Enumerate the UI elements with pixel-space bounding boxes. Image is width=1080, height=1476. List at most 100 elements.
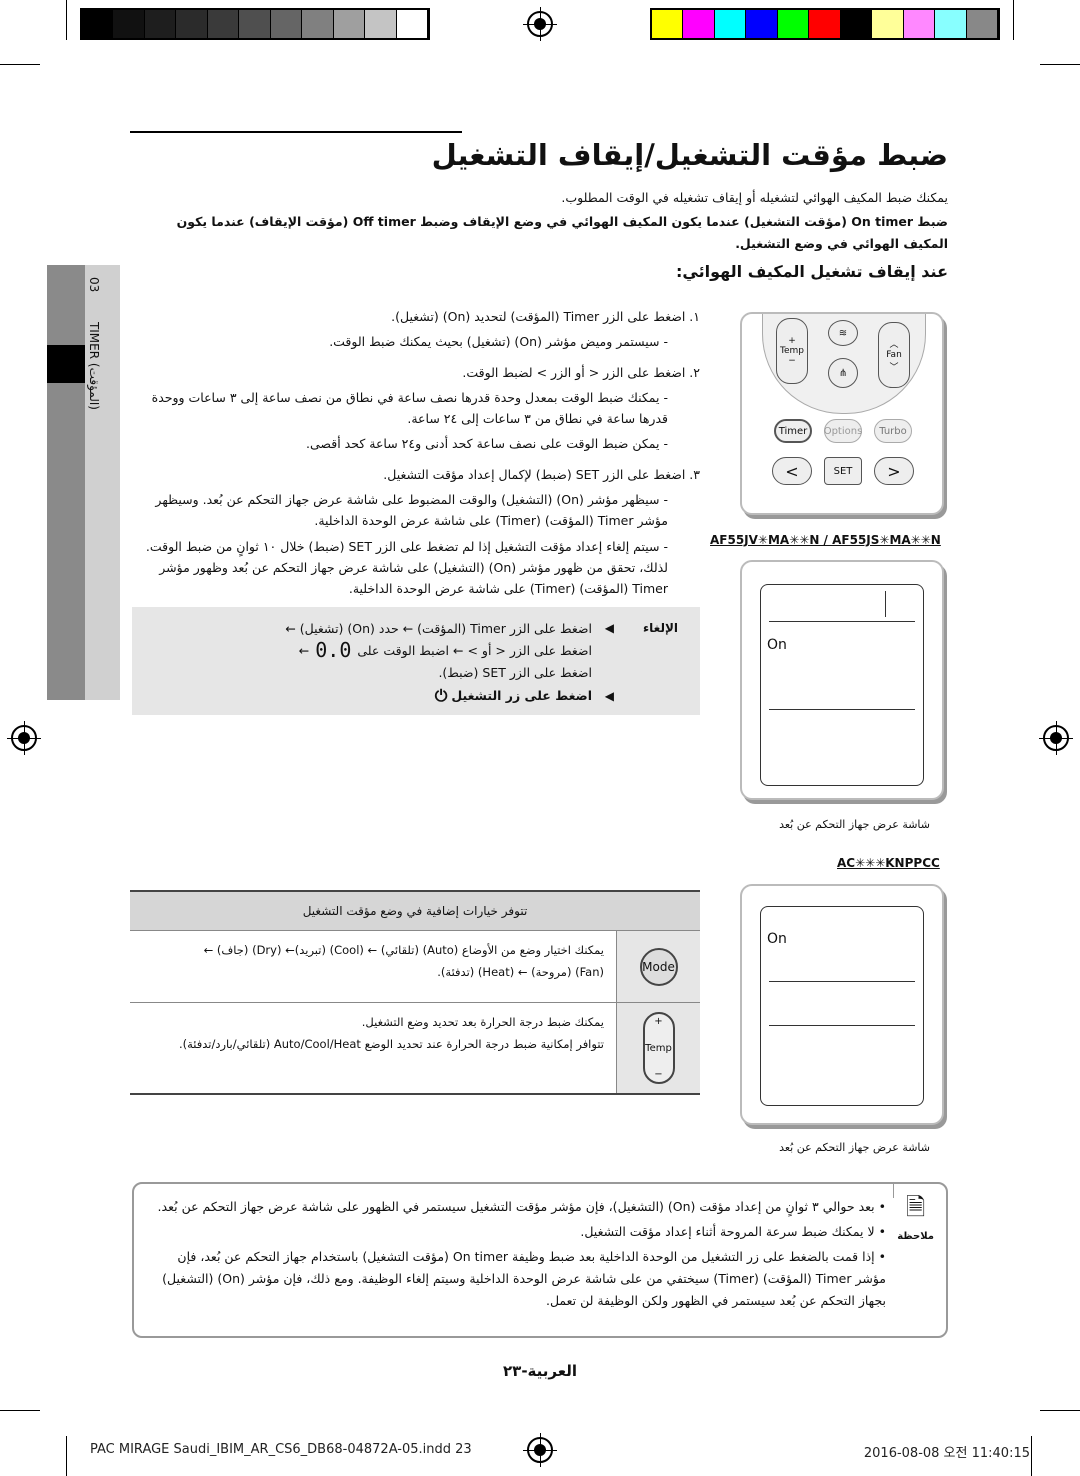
- options-table: تتوفر خيارات إضافية في وضع مؤقت التشغيل …: [130, 890, 700, 1095]
- step-number: ١.: [689, 309, 700, 324]
- note-label: ملاحظة: [897, 1231, 934, 1242]
- color-swatch: [270, 10, 303, 38]
- crop-mark: [1013, 0, 1014, 40]
- airflow-button-icon: ⋔: [828, 358, 858, 388]
- color-swatch: [652, 10, 684, 38]
- temp-button: + Temp −: [776, 318, 808, 384]
- step-bullet-item: - سيتم إلغاء إعداد مؤقت التشغيل إذا لم ت…: [145, 539, 668, 596]
- arrow: ←: [298, 643, 310, 658]
- crop-mark: [66, 0, 67, 40]
- color-swatch: [903, 10, 936, 38]
- fan-button: ︿ Fan ﹀: [878, 322, 910, 388]
- registration-mark-icon: [7, 721, 41, 755]
- step-bullet: يمكن ضبط الوقت على نصف ساعة كحد أدنى و٢٤…: [306, 436, 660, 451]
- table-row: يمكنك اختيار وضع من الأوضاع (Auto) (تلقا…: [130, 930, 700, 1002]
- note-item: لا يمكنك ضبط سرعة المروحة أثناء إعداد مؤ…: [156, 1221, 886, 1243]
- step-bullet-item: - سيظهر مؤشر (On) (التشغيل) والوقت المضب…: [155, 492, 668, 528]
- step-bullet: يمكنك ضبط الوقت بمعدل وحدة قدرها نصف ساع…: [151, 390, 668, 426]
- step: ٣. اضغط على الزر SET (ضبط) لإكمال إعداد …: [140, 464, 700, 485]
- note-document-icon: 🗎: [905, 1193, 926, 1221]
- color-swatch: [113, 10, 145, 38]
- arrow-icon: ◀: [604, 689, 614, 703]
- color-swatch: [396, 10, 428, 38]
- color-swatch: [176, 10, 208, 38]
- intro-line: يمكنك ضبط المكيف الهوائي لتشغيله أو إيقا…: [561, 190, 948, 205]
- remote-illustration: + Temp − ≋ ⋔ ︿ Fan ﹀ Timer Options Turbo < S…: [740, 312, 944, 515]
- title-rule: [130, 131, 462, 133]
- on-indicator: On: [767, 931, 787, 947]
- color-swatch: [714, 10, 747, 38]
- cancel-step: اضغط على زر التشغيل: [451, 688, 592, 703]
- cancel-step: اضغط على الزر Timer (المؤقت) ← حدد (On) …: [285, 621, 592, 636]
- step-bullet: سيستمر وميض مؤشر (On) (تشغيل) بحيث يمكنك…: [329, 334, 660, 349]
- color-swatch: [683, 10, 715, 38]
- registration-mark-icon: [1039, 721, 1073, 755]
- left-button: <: [772, 457, 812, 485]
- color-swatch: [333, 10, 366, 38]
- remote-display-panel: On: [740, 884, 944, 1125]
- crop-mark: [1040, 1410, 1080, 1411]
- step: ١. اضغط على الزر Timer (المؤقت) لتحديد (…: [140, 306, 700, 327]
- remote-lcd: On: [760, 584, 924, 786]
- step-bullet-item: - يمكنك ضبط الوقت بمعدل وحدة قدرها نصف س…: [151, 390, 668, 426]
- step-number: ٣.: [689, 467, 700, 482]
- crop-mark: [1031, 1436, 1032, 1476]
- color-swatch: [82, 10, 114, 38]
- display-caption: شاشة عرض جهاز التحكم عن بُعد: [779, 1141, 930, 1154]
- crop-mark: [0, 1410, 40, 1411]
- grayscale-bar: [80, 8, 430, 40]
- section-heading: عند إيقاف تشغيل المكيف الهوائي:: [676, 262, 948, 281]
- cancel-step: اضغط على الزر SET (ضبط).: [438, 665, 592, 680]
- cancel-box: الإلغاء ◀ اضغط على الزر Timer (المؤقت) ←…: [132, 607, 700, 715]
- step-bullet-item: - سيستمر وميض مؤشر (On) (تشغيل) بحيث يمك…: [329, 334, 668, 349]
- display-caption: شاشة عرض جهاز التحكم عن بُعد: [779, 818, 930, 831]
- row-text: (Fan) (مروحة) ← (Heat) (تدفئة).: [437, 965, 604, 979]
- row-text: يمكنك اختيار وضع من الأوضاع (Auto) (تلقا…: [203, 943, 604, 957]
- step-number: ٢.: [689, 365, 700, 380]
- note-box: 🗎 ملاحظة بعد حوالي ٣ ثوانٍ من إعداد مؤقت…: [132, 1182, 948, 1338]
- remote-display-panel: On: [740, 560, 944, 800]
- color-swatch: [239, 10, 271, 38]
- cancel-step: اضغط على الزر < أو > ← اضبط الوقت على: [357, 643, 592, 658]
- color-swatch: [966, 10, 998, 38]
- side-tab: 03 TIMER (المؤقت): [47, 265, 120, 700]
- color-swatch: [365, 10, 397, 38]
- registration-mark-icon: [523, 1433, 557, 1467]
- note-item: بعد حوالي ٣ ثوانٍ من إعداد مؤقت (On) (ال…: [156, 1196, 886, 1218]
- arrow-icon: ◀: [604, 621, 614, 635]
- step-text: اضغط على الزر SET (ضبط) لإكمال إعداد مؤق…: [383, 467, 686, 482]
- page-title: ضبط مؤقت التشغيل/إيقاف التشغيل: [431, 138, 948, 172]
- model-label: AC✳✳✳KNPPCC: [837, 856, 940, 870]
- set-button: SET: [824, 457, 862, 485]
- step-bullet: سيتم إلغاء إعداد مؤقت التشغيل إذا لم تضغ…: [145, 539, 668, 596]
- footer-timestamp: 2016-08-08 오전 11:40:15: [863, 1446, 1030, 1461]
- registration-mark-icon: [523, 7, 557, 41]
- row-text: تتوافر إمكانية ضبط درجة الحرارة عند تحدي…: [178, 1037, 604, 1051]
- step-bullet-item: - يمكن ضبط الوقت على نصف ساعة كحد أدنى و…: [306, 436, 668, 451]
- color-bar: [650, 8, 1000, 40]
- row-text: يمكنك ضبط درجة الحرارة بعد تحديد وضع الت…: [361, 1015, 604, 1029]
- turbo-button: Turbo: [874, 419, 912, 443]
- chapter-number: 03: [87, 277, 101, 293]
- color-swatch: [302, 10, 334, 38]
- intro-bold: ضبط On timer (مؤقت التشغيل) عندما يكون ا…: [176, 214, 948, 251]
- color-swatch: [207, 10, 240, 38]
- step-bullet: سيظهر مؤشر (On) (التشغيل) والوقت المضبوط…: [155, 492, 668, 528]
- right-button: >: [874, 457, 914, 485]
- footer-filename: PAC MIRAGE Saudi_IBIM_AR_CS6_DB68-04872A…: [90, 1442, 472, 1457]
- model-label: AF55JV✳MA✳✳N / AF55JS✳MA✳✳N: [710, 533, 941, 547]
- power-icon: ⏻: [434, 686, 448, 705]
- step-text: اضغط على الزر Timer (المؤقت) لتحديد (On)…: [391, 309, 686, 324]
- mode-button-icon: Mode: [639, 947, 678, 986]
- crop-mark: [1040, 64, 1080, 65]
- table-header: تتوفر خيارات إضافية في وضع مؤقت التشغيل: [130, 892, 700, 930]
- temp-button-icon: + Temp −: [642, 1012, 675, 1084]
- color-swatch: [777, 10, 810, 38]
- step-text: اضغط على الزر < أو الزر > لضبط الوقت.: [462, 365, 686, 380]
- step: ٢. اضغط على الزر < أو الزر > لضبط الوقت.: [140, 362, 700, 383]
- chapter-label: TIMER (المؤقت): [87, 321, 101, 410]
- page-number: العربية-٢٣: [503, 1362, 577, 1380]
- crop-mark: [0, 64, 40, 65]
- color-swatch: [872, 10, 904, 38]
- color-swatch: [144, 10, 177, 38]
